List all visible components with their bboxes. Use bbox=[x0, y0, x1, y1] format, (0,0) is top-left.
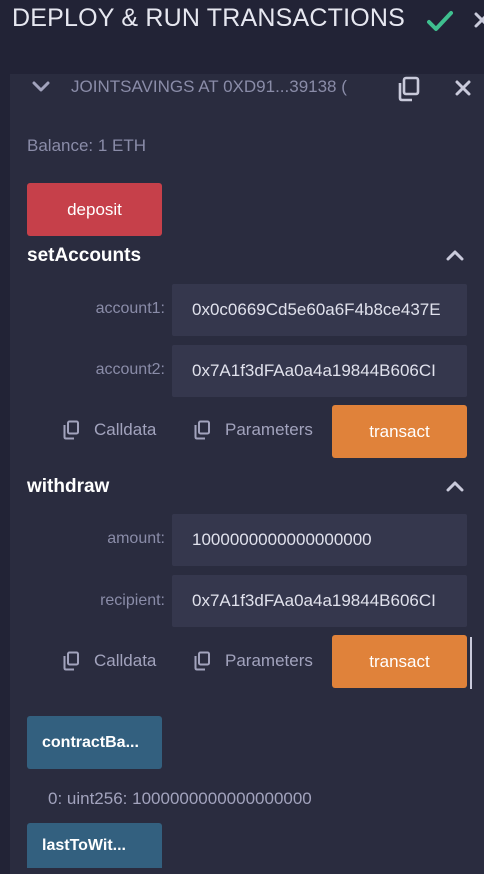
check-icon bbox=[427, 11, 453, 31]
chevron-up-icon[interactable] bbox=[446, 248, 464, 262]
calldata-label: Calldata bbox=[94, 651, 157, 670]
remove-instance-icon[interactable] bbox=[455, 80, 471, 96]
copy-icon bbox=[63, 420, 79, 440]
account2-label: account2: bbox=[95, 361, 165, 378]
account1-input[interactable]: 0x0c0669Cd5e60a6F4b8ce437E bbox=[172, 284, 467, 336]
last-to-withdraw-button[interactable]: lastToWit... bbox=[27, 823, 162, 868]
chevron-down-icon[interactable] bbox=[32, 80, 50, 94]
copy-icon bbox=[194, 420, 210, 440]
chevron-up-icon[interactable] bbox=[446, 479, 464, 493]
copy-icon bbox=[63, 651, 79, 671]
withdraw-title[interactable]: withdraw bbox=[27, 476, 109, 498]
parameters-button[interactable]: Parameters bbox=[193, 651, 313, 671]
copy-icon[interactable] bbox=[396, 76, 422, 102]
contract-balance-result: 0: uint256: 1000000000000000000 bbox=[48, 789, 312, 808]
withdraw-transact-button[interactable]: transact bbox=[332, 635, 467, 688]
account2-input[interactable]: 0x7A1f3dFAa0a4a19844B606CI bbox=[172, 345, 467, 397]
resize-handle bbox=[470, 637, 472, 689]
contract-balance-button[interactable]: contractBa... bbox=[27, 716, 162, 769]
parameters-label: Parameters bbox=[225, 420, 313, 439]
set-accounts-transact-button[interactable]: transact bbox=[332, 405, 467, 458]
calldata-button[interactable]: Calldata bbox=[62, 651, 156, 671]
account1-label: account1: bbox=[95, 300, 165, 317]
close-icon[interactable] bbox=[474, 10, 484, 30]
amount-label: amount: bbox=[107, 530, 165, 547]
deposit-button[interactable]: deposit bbox=[27, 183, 162, 236]
set-accounts-title[interactable]: setAccounts bbox=[27, 245, 141, 267]
recipient-input[interactable]: 0x7A1f3dFAa0a4a19844B606CI bbox=[172, 575, 467, 627]
parameters-button[interactable]: Parameters bbox=[193, 420, 313, 440]
copy-icon bbox=[194, 651, 210, 671]
instance-name[interactable]: JOINTSAVINGS AT 0XD91...39138 ( bbox=[71, 77, 347, 97]
panel-title: DEPLOY & RUN TRANSACTIONS bbox=[12, 4, 406, 32]
panel-header: DEPLOY & RUN TRANSACTIONS bbox=[0, 0, 484, 48]
calldata-label: Calldata bbox=[94, 420, 157, 439]
amount-input[interactable]: 1000000000000000000 bbox=[172, 514, 467, 566]
recipient-label: recipient: bbox=[100, 592, 165, 609]
calldata-button[interactable]: Calldata bbox=[62, 420, 156, 440]
instance-balance: Balance: 1 ETH bbox=[27, 136, 147, 155]
parameters-label: Parameters bbox=[225, 651, 313, 670]
